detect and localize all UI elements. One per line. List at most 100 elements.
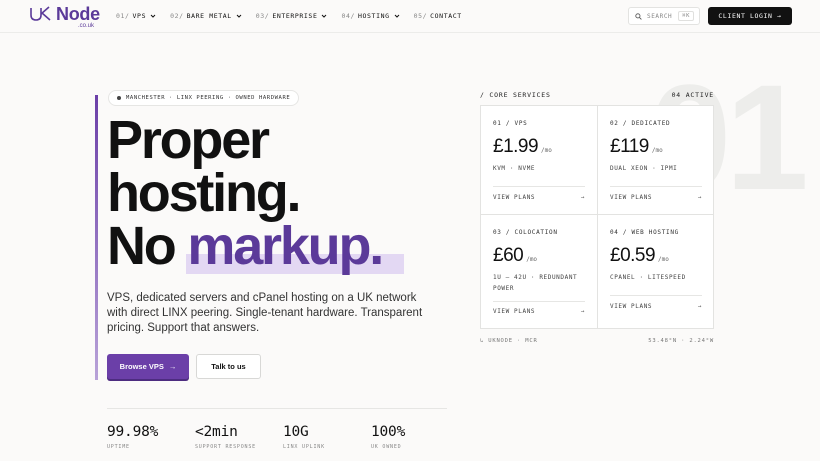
stat-uplink: 10G LINX UPLINK — [283, 424, 325, 450]
view-plans-link[interactable]: VIEW PLANS → — [493, 194, 585, 201]
service-spec: CPANEL · LITESPEED — [610, 274, 686, 281]
price-value: £1.99 — [493, 136, 539, 157]
search-button[interactable]: SEARCH ⌘K — [628, 7, 700, 25]
stat-label: UK OWNED — [371, 444, 402, 450]
arrow-right-icon: → — [580, 194, 585, 201]
top-navigation: Node .co.uk 01/ VPS 02/ BARE METAL 03/ E… — [0, 0, 820, 33]
services-footer: ↳ UKNODE · MCR 53.48°N · 2.24°W — [480, 338, 714, 344]
service-spec: KVM · NVME — [493, 165, 536, 172]
client-login-button[interactable]: CLIENT LOGIN → — [708, 7, 792, 25]
arrow-right-icon: → — [697, 303, 702, 310]
price-value: £119 — [610, 136, 649, 157]
headline-line-1: Proper — [107, 110, 270, 170]
nav-item-label: BARE METAL — [186, 12, 232, 20]
stat-value: 100% — [371, 424, 406, 440]
stats-divider — [107, 408, 447, 409]
stat-label: LINX UPLINK — [283, 444, 325, 450]
stat-support: <2min SUPPORT RESPONSE — [195, 424, 256, 450]
headline-line-3: No markup. — [107, 219, 384, 273]
view-plans-label: VIEW PLANS — [610, 194, 653, 201]
talk-to-us-button[interactable]: Talk to us — [196, 354, 261, 379]
nav-item-label: VPS — [132, 12, 147, 20]
service-spec: 1U – 42U · REDUNDANT POWER — [493, 274, 578, 292]
services-header: / CORE SERVICES 04 ACTIVE — [480, 91, 714, 99]
services-title: / CORE SERVICES — [480, 91, 551, 99]
service-card-dedicated[interactable]: 02 / DEDICATED £119/mo DUAL XEON · IPMI … — [598, 106, 715, 215]
logo-mark-icon — [30, 6, 51, 21]
stat-uptime: 99.98% UPTIME — [107, 424, 158, 450]
view-plans-label: VIEW PLANS — [610, 303, 653, 310]
nav-links: 01/ VPS 02/ BARE METAL 03/ ENTERPRISE 04… — [116, 12, 476, 20]
chevron-down-icon — [322, 14, 327, 18]
view-plans-link[interactable]: VIEW PLANS → — [610, 194, 702, 201]
location-label: ↳ UKNODE · MCR — [480, 338, 538, 344]
view-plans-link[interactable]: VIEW PLANS → — [610, 303, 702, 310]
card-divider — [610, 186, 702, 187]
headline-markup: markup. — [187, 216, 384, 276]
search-label: SEARCH — [647, 12, 673, 20]
view-plans-label: VIEW PLANS — [493, 194, 536, 201]
badge-text: MANCHESTER · LINX PEERING · OWNED HARDWA… — [126, 95, 291, 101]
coordinates-label: 53.48°N · 2.24°W — [648, 338, 714, 344]
arrow-right-icon: → — [168, 362, 177, 371]
price-period: /mo — [658, 256, 669, 263]
view-plans-link[interactable]: VIEW PLANS → — [493, 308, 585, 315]
browse-vps-label: Browse VPS — [119, 362, 164, 371]
nav-item-number: 03/ — [255, 12, 270, 20]
card-divider — [493, 301, 585, 302]
price-value: £0.59 — [610, 245, 656, 266]
nav-item-number: 05/ — [413, 12, 428, 20]
services-grid: 01 / VPS £1.99/mo KVM · NVME VIEW PLANS … — [480, 105, 714, 329]
search-icon — [635, 12, 642, 20]
price-value: £60 — [493, 245, 524, 266]
chevron-down-icon — [236, 14, 242, 18]
headline-no: No — [107, 216, 188, 276]
service-tag: 02 / DEDICATED — [610, 120, 671, 127]
nav-item-label: CONTACT — [430, 12, 462, 20]
service-tag: 03 / COLOCATION — [493, 229, 558, 236]
chevron-down-icon — [394, 14, 399, 18]
price-period: /mo — [526, 256, 538, 263]
price-period: /mo — [541, 147, 552, 154]
browse-vps-button[interactable]: Browse VPS → — [107, 354, 189, 379]
service-spec: DUAL XEON · IPMI — [610, 165, 678, 172]
search-shortcut: ⌘K — [678, 11, 694, 21]
card-divider — [610, 295, 702, 296]
chevron-down-icon — [150, 14, 156, 18]
nav-item-number: 01/ — [116, 12, 130, 20]
nav-item-label: HOSTING — [358, 12, 390, 20]
service-card-vps[interactable]: 01 / VPS £1.99/mo KVM · NVME VIEW PLANS … — [481, 106, 598, 215]
stat-label: SUPPORT RESPONSE — [195, 444, 256, 450]
service-tag: 04 / WEB HOSTING — [610, 229, 679, 236]
nav-item-number: 02/ — [170, 12, 184, 20]
service-tag: 01 / VPS — [493, 120, 528, 127]
stat-value: 10G — [283, 424, 309, 440]
arrow-right-icon: → — [697, 194, 702, 201]
accent-bar — [95, 95, 98, 380]
nav-item-hosting[interactable]: 04/ HOSTING — [341, 12, 399, 20]
brand-tld: .co.uk — [78, 23, 95, 29]
status-dot-icon — [117, 96, 121, 100]
hero-headline: Proper hosting. No markup. — [107, 110, 384, 273]
stat-value: <2min — [195, 424, 238, 440]
service-price: £1.99/mo — [493, 136, 552, 158]
nav-item-number: 04/ — [341, 12, 356, 20]
service-price: £119/mo — [610, 136, 663, 158]
nav-item-label: ENTERPRISE — [272, 12, 318, 20]
stat-uk-owned: 100% UK OWNED — [371, 424, 405, 450]
nav-item-vps[interactable]: 01/ VPS — [116, 12, 156, 20]
service-card-web-hosting[interactable]: 04 / WEB HOSTING £0.59/mo CPANEL · LITES… — [598, 215, 715, 324]
price-period: /mo — [651, 147, 663, 154]
service-card-colocation[interactable]: 03 / COLOCATION £60/mo 1U – 42U · REDUND… — [481, 215, 598, 324]
nav-item-enterprise[interactable]: 03/ ENTERPRISE — [256, 12, 328, 20]
service-price: £60/mo — [493, 245, 537, 267]
services-count: 04 ACTIVE — [671, 91, 714, 99]
nav-item-bare-metal[interactable]: 02/ BARE METAL — [170, 12, 242, 20]
service-price: £0.59/mo — [610, 245, 669, 267]
headline-line-2: hosting. — [107, 163, 302, 223]
brand-name: Node — [56, 4, 100, 24]
nav-item-contact[interactable]: 05/ CONTACT — [414, 12, 462, 20]
arrow-right-icon: → — [580, 308, 585, 315]
hero-description: VPS, dedicated servers and cPanel hostin… — [107, 292, 423, 334]
view-plans-label: VIEW PLANS — [493, 308, 536, 315]
